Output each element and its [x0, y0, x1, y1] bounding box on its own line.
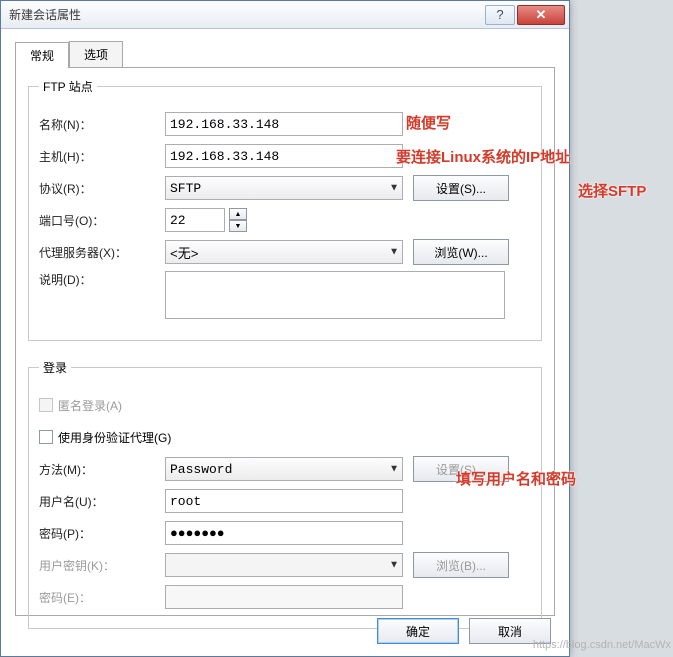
userkey-label: 用户密钥(K)： [39, 557, 165, 574]
protocol-label: 协议(R)： [39, 180, 165, 197]
close-button[interactable]: ✕ [517, 5, 565, 25]
help-button[interactable]: ? [485, 5, 515, 25]
host-input[interactable] [165, 144, 403, 168]
watermark: https://blog.csdn.net/MacWx [533, 639, 671, 651]
description-label: 说明(D)： [39, 271, 165, 288]
dialog-window: 新建会话属性 ? ✕ 常规 选项 FTP 站点 名称(N)： 主机(H)： 协议… [0, 0, 570, 657]
method-label: 方法(M)： [39, 461, 165, 478]
annotation-protocol: 选择SFTP [578, 180, 646, 201]
password2-input [165, 585, 403, 609]
protocol-combo[interactable] [165, 176, 403, 200]
proxy-browse-button[interactable]: 浏览(W)... [413, 239, 509, 265]
annotation-host: 要连接Linux系统的IP地址 [396, 146, 570, 167]
port-label: 端口号(O)： [39, 212, 165, 229]
annotation-name: 随便写 [406, 112, 451, 133]
tab-strip: 常规 选项 [15, 41, 555, 68]
name-input[interactable] [165, 112, 403, 136]
anonymous-label: 匿名登录(A) [58, 397, 122, 414]
ftp-group: FTP 站点 名称(N)： 主机(H)： 协议(R)： ▼ [28, 78, 542, 341]
dialog-buttons: 确定 取消 [377, 618, 551, 644]
auth-agent-checkbox[interactable] [39, 430, 53, 444]
client-area: 常规 选项 FTP 站点 名称(N)： 主机(H)： 协议(R)： [1, 29, 569, 616]
username-input[interactable] [165, 489, 403, 513]
ok-button[interactable]: 确定 [377, 618, 459, 644]
login-legend: 登录 [39, 359, 71, 376]
host-label: 主机(H)： [39, 148, 165, 165]
password-input[interactable] [165, 521, 403, 545]
annotation-credentials: 填写用户名和密码 [456, 468, 576, 489]
ftp-legend: FTP 站点 [39, 78, 97, 95]
password-label: 密码(P)： [39, 525, 165, 542]
userkey-browse-button: 浏览(B)... [413, 552, 509, 578]
password2-label: 密码(E)： [39, 589, 165, 606]
anonymous-checkbox [39, 398, 53, 412]
auth-agent-label: 使用身份验证代理(G) [58, 429, 171, 446]
tab-general[interactable]: 常规 [15, 42, 69, 68]
userkey-combo [165, 553, 403, 577]
tab-options[interactable]: 选项 [69, 41, 123, 67]
description-input[interactable] [165, 271, 505, 319]
method-combo[interactable] [165, 457, 403, 481]
login-group: 登录 匿名登录(A) 使用身份验证代理(G) 方法(M)： ▼ [28, 359, 542, 629]
protocol-settings-button[interactable]: 设置(S)... [413, 175, 509, 201]
spin-down-icon[interactable]: ▼ [229, 220, 247, 232]
spin-up-icon[interactable]: ▲ [229, 208, 247, 220]
port-input[interactable] [165, 208, 225, 232]
title-bar: 新建会话属性 ? ✕ [1, 1, 569, 29]
proxy-label: 代理服务器(X)： [39, 244, 165, 261]
proxy-combo[interactable] [165, 240, 403, 264]
name-label: 名称(N)： [39, 116, 165, 133]
username-label: 用户名(U)： [39, 493, 165, 510]
port-spinner[interactable]: ▲ ▼ [229, 208, 247, 232]
window-title: 新建会话属性 [9, 6, 485, 23]
